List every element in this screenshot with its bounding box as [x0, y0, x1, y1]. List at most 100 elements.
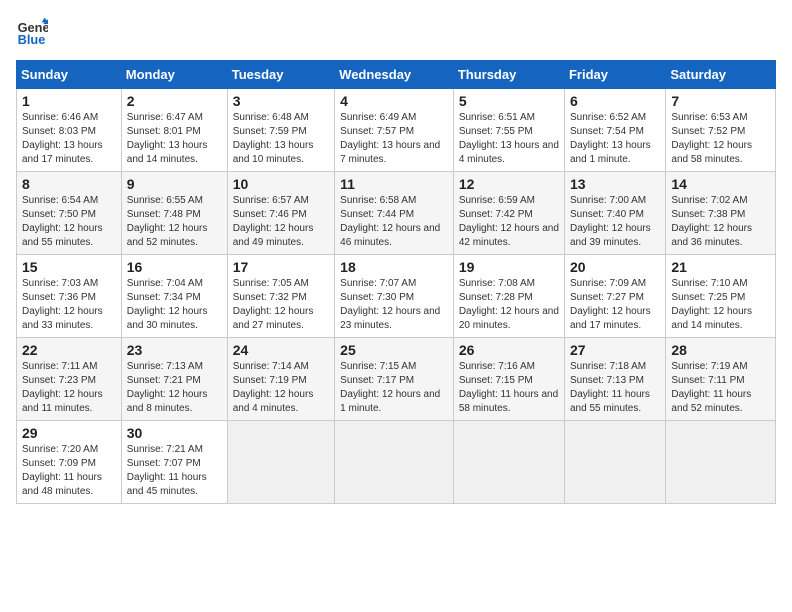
day-cell: 19 Sunrise: 7:08 AM Sunset: 7:28 PM Dayl… [453, 255, 564, 338]
day-info: Sunrise: 7:08 AM Sunset: 7:28 PM Dayligh… [459, 277, 559, 333]
day-cell: 24 Sunrise: 7:14 AM Sunset: 7:19 PM Dayl… [227, 338, 334, 421]
day-number: 14 [671, 176, 770, 192]
day-number: 24 [233, 342, 329, 358]
day-info: Sunrise: 6:47 AM Sunset: 8:01 PM Dayligh… [127, 111, 222, 167]
day-cell: 26 Sunrise: 7:16 AM Sunset: 7:15 PM Dayl… [453, 338, 564, 421]
logo-icon: General Blue [16, 16, 48, 48]
day-number: 1 [22, 93, 116, 109]
day-number: 28 [671, 342, 770, 358]
day-info: Sunrise: 7:19 AM Sunset: 7:11 PM Dayligh… [671, 360, 770, 416]
day-cell: 1 Sunrise: 6:46 AM Sunset: 8:03 PM Dayli… [17, 89, 122, 172]
header-thursday: Thursday [453, 61, 564, 89]
header-monday: Monday [121, 61, 227, 89]
day-number: 20 [570, 259, 660, 275]
day-info: Sunrise: 6:49 AM Sunset: 7:57 PM Dayligh… [340, 111, 448, 167]
day-number: 19 [459, 259, 559, 275]
day-number: 3 [233, 93, 329, 109]
header-row: SundayMondayTuesdayWednesdayThursdayFrid… [17, 61, 776, 89]
day-cell: 15 Sunrise: 7:03 AM Sunset: 7:36 PM Dayl… [17, 255, 122, 338]
day-cell: 10 Sunrise: 6:57 AM Sunset: 7:46 PM Dayl… [227, 172, 334, 255]
day-cell: 30 Sunrise: 7:21 AM Sunset: 7:07 PM Dayl… [121, 421, 227, 504]
day-cell: 21 Sunrise: 7:10 AM Sunset: 7:25 PM Dayl… [666, 255, 776, 338]
day-number: 12 [459, 176, 559, 192]
header-sunday: Sunday [17, 61, 122, 89]
day-number: 18 [340, 259, 448, 275]
day-cell [453, 421, 564, 504]
day-info: Sunrise: 7:18 AM Sunset: 7:13 PM Dayligh… [570, 360, 660, 416]
day-cell: 4 Sunrise: 6:49 AM Sunset: 7:57 PM Dayli… [335, 89, 454, 172]
day-number: 2 [127, 93, 222, 109]
day-number: 5 [459, 93, 559, 109]
day-cell: 25 Sunrise: 7:15 AM Sunset: 7:17 PM Dayl… [335, 338, 454, 421]
day-number: 13 [570, 176, 660, 192]
day-info: Sunrise: 6:51 AM Sunset: 7:55 PM Dayligh… [459, 111, 559, 167]
day-info: Sunrise: 7:11 AM Sunset: 7:23 PM Dayligh… [22, 360, 116, 416]
day-info: Sunrise: 7:20 AM Sunset: 7:09 PM Dayligh… [22, 443, 116, 499]
day-number: 23 [127, 342, 222, 358]
day-cell: 20 Sunrise: 7:09 AM Sunset: 7:27 PM Dayl… [564, 255, 665, 338]
day-number: 15 [22, 259, 116, 275]
day-info: Sunrise: 7:14 AM Sunset: 7:19 PM Dayligh… [233, 360, 329, 416]
day-cell: 3 Sunrise: 6:48 AM Sunset: 7:59 PM Dayli… [227, 89, 334, 172]
day-cell: 11 Sunrise: 6:58 AM Sunset: 7:44 PM Dayl… [335, 172, 454, 255]
header-saturday: Saturday [666, 61, 776, 89]
day-number: 26 [459, 342, 559, 358]
day-info: Sunrise: 6:46 AM Sunset: 8:03 PM Dayligh… [22, 111, 116, 167]
day-cell [227, 421, 334, 504]
day-info: Sunrise: 6:48 AM Sunset: 7:59 PM Dayligh… [233, 111, 329, 167]
day-number: 25 [340, 342, 448, 358]
week-row-5: 29 Sunrise: 7:20 AM Sunset: 7:09 PM Dayl… [17, 421, 776, 504]
day-cell: 9 Sunrise: 6:55 AM Sunset: 7:48 PM Dayli… [121, 172, 227, 255]
day-number: 10 [233, 176, 329, 192]
header: General Blue [16, 16, 776, 48]
day-number: 4 [340, 93, 448, 109]
day-info: Sunrise: 6:58 AM Sunset: 7:44 PM Dayligh… [340, 194, 448, 250]
day-cell: 14 Sunrise: 7:02 AM Sunset: 7:38 PM Dayl… [666, 172, 776, 255]
week-row-3: 15 Sunrise: 7:03 AM Sunset: 7:36 PM Dayl… [17, 255, 776, 338]
day-info: Sunrise: 6:57 AM Sunset: 7:46 PM Dayligh… [233, 194, 329, 250]
day-cell: 6 Sunrise: 6:52 AM Sunset: 7:54 PM Dayli… [564, 89, 665, 172]
day-cell: 13 Sunrise: 7:00 AM Sunset: 7:40 PM Dayl… [564, 172, 665, 255]
day-cell [564, 421, 665, 504]
day-info: Sunrise: 7:15 AM Sunset: 7:17 PM Dayligh… [340, 360, 448, 416]
day-info: Sunrise: 6:53 AM Sunset: 7:52 PM Dayligh… [671, 111, 770, 167]
day-cell: 28 Sunrise: 7:19 AM Sunset: 7:11 PM Dayl… [666, 338, 776, 421]
header-tuesday: Tuesday [227, 61, 334, 89]
day-info: Sunrise: 7:02 AM Sunset: 7:38 PM Dayligh… [671, 194, 770, 250]
day-info: Sunrise: 7:00 AM Sunset: 7:40 PM Dayligh… [570, 194, 660, 250]
day-number: 29 [22, 425, 116, 441]
week-row-4: 22 Sunrise: 7:11 AM Sunset: 7:23 PM Dayl… [17, 338, 776, 421]
day-cell: 8 Sunrise: 6:54 AM Sunset: 7:50 PM Dayli… [17, 172, 122, 255]
day-info: Sunrise: 6:54 AM Sunset: 7:50 PM Dayligh… [22, 194, 116, 250]
day-info: Sunrise: 6:52 AM Sunset: 7:54 PM Dayligh… [570, 111, 660, 167]
day-info: Sunrise: 7:13 AM Sunset: 7:21 PM Dayligh… [127, 360, 222, 416]
logo: General Blue [16, 16, 52, 48]
day-cell: 27 Sunrise: 7:18 AM Sunset: 7:13 PM Dayl… [564, 338, 665, 421]
day-info: Sunrise: 7:04 AM Sunset: 7:34 PM Dayligh… [127, 277, 222, 333]
day-cell: 12 Sunrise: 6:59 AM Sunset: 7:42 PM Dayl… [453, 172, 564, 255]
day-info: Sunrise: 7:16 AM Sunset: 7:15 PM Dayligh… [459, 360, 559, 416]
day-number: 6 [570, 93, 660, 109]
day-info: Sunrise: 7:03 AM Sunset: 7:36 PM Dayligh… [22, 277, 116, 333]
day-cell: 2 Sunrise: 6:47 AM Sunset: 8:01 PM Dayli… [121, 89, 227, 172]
day-number: 21 [671, 259, 770, 275]
day-cell: 16 Sunrise: 7:04 AM Sunset: 7:34 PM Dayl… [121, 255, 227, 338]
calendar-table: SundayMondayTuesdayWednesdayThursdayFrid… [16, 60, 776, 504]
day-cell: 18 Sunrise: 7:07 AM Sunset: 7:30 PM Dayl… [335, 255, 454, 338]
day-number: 7 [671, 93, 770, 109]
day-info: Sunrise: 7:09 AM Sunset: 7:27 PM Dayligh… [570, 277, 660, 333]
day-number: 9 [127, 176, 222, 192]
header-wednesday: Wednesday [335, 61, 454, 89]
day-number: 30 [127, 425, 222, 441]
day-info: Sunrise: 7:21 AM Sunset: 7:07 PM Dayligh… [127, 443, 222, 499]
day-number: 22 [22, 342, 116, 358]
day-number: 11 [340, 176, 448, 192]
day-cell: 5 Sunrise: 6:51 AM Sunset: 7:55 PM Dayli… [453, 89, 564, 172]
day-cell [666, 421, 776, 504]
day-cell: 22 Sunrise: 7:11 AM Sunset: 7:23 PM Dayl… [17, 338, 122, 421]
day-info: Sunrise: 7:10 AM Sunset: 7:25 PM Dayligh… [671, 277, 770, 333]
day-cell [335, 421, 454, 504]
day-info: Sunrise: 7:05 AM Sunset: 7:32 PM Dayligh… [233, 277, 329, 333]
day-number: 27 [570, 342, 660, 358]
day-info: Sunrise: 6:59 AM Sunset: 7:42 PM Dayligh… [459, 194, 559, 250]
